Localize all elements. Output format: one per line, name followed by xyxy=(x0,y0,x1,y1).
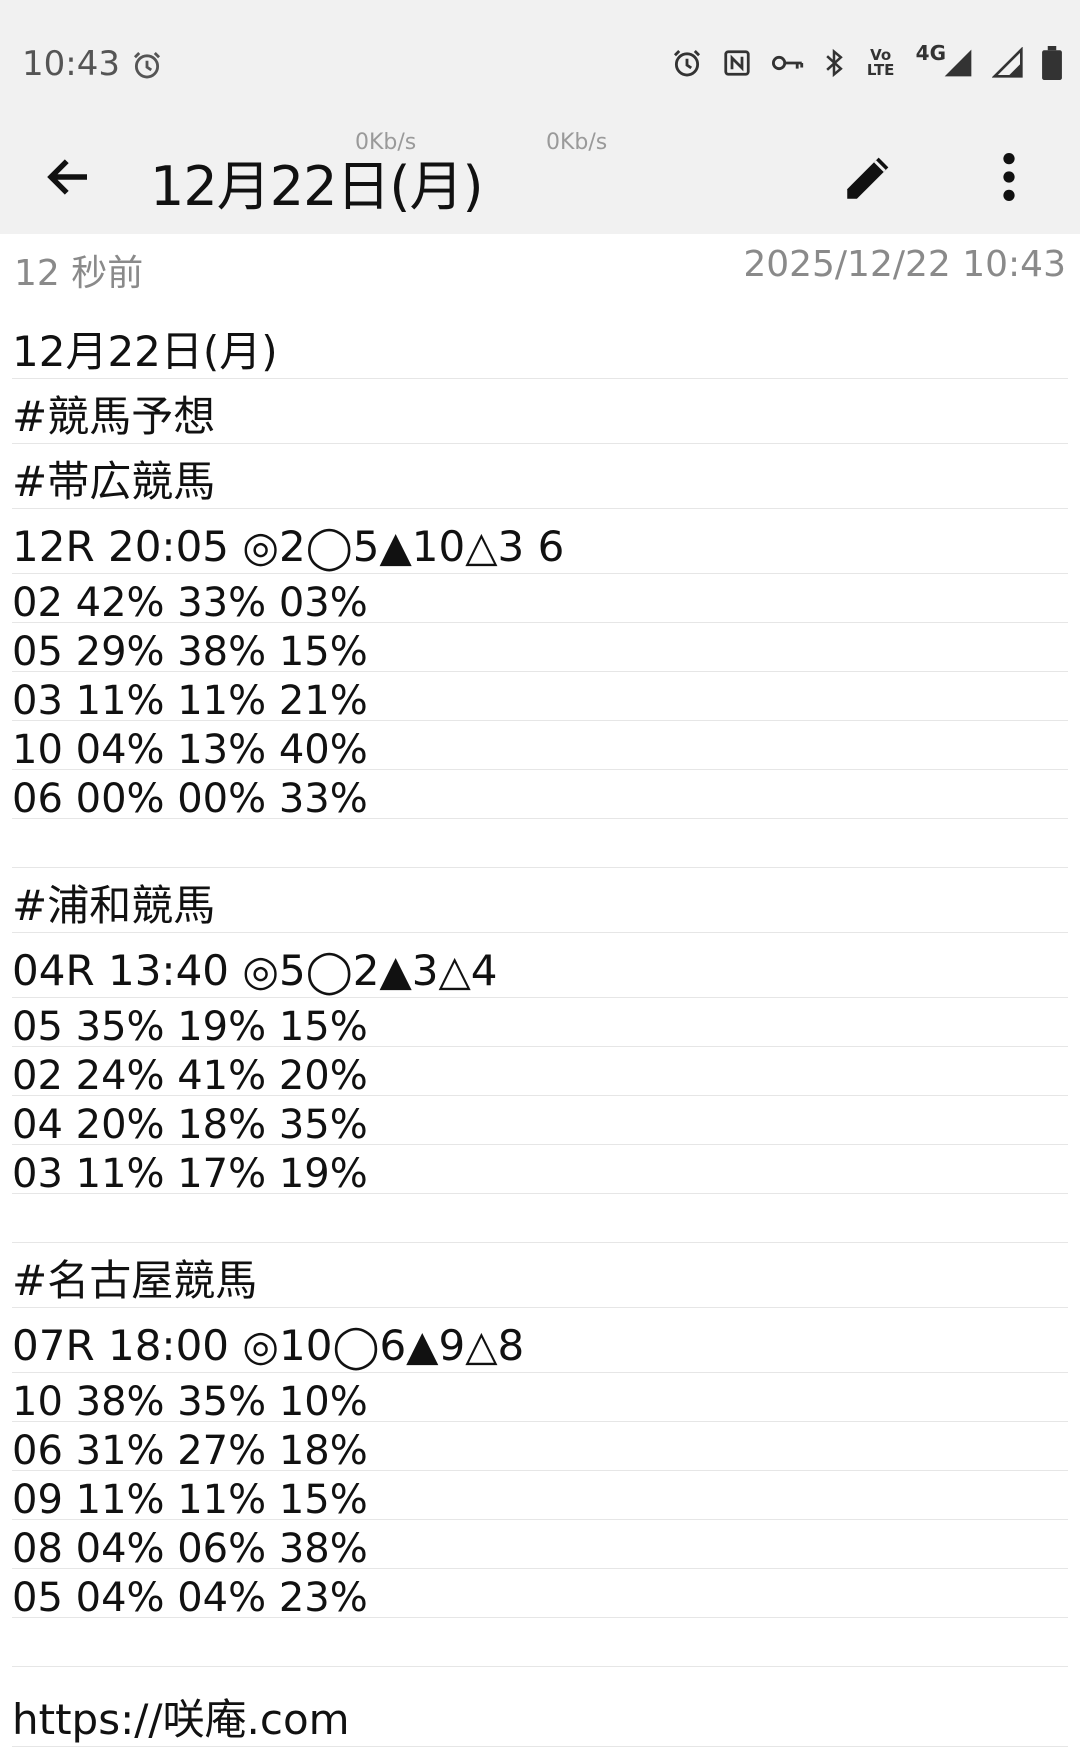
note-meta: 12 秒前 2025/12/22 10:43 xyxy=(14,244,1066,294)
blank-line xyxy=(12,819,1068,868)
note-body[interactable]: 12月22日(月) #競馬予想 #帯広競馬 12R 20:05 ◎2◯5▲10△… xyxy=(12,314,1068,1747)
odds-row: 06 31% 27% 18% xyxy=(12,1422,1068,1471)
pencil-icon xyxy=(847,157,889,199)
network-speed: 0Kb/s xyxy=(546,130,608,155)
alarm-icon xyxy=(130,48,164,87)
race-line: 07R 18:00 ◎10◯6▲9△8 xyxy=(12,1308,1068,1373)
more-options-button[interactable] xyxy=(976,144,1042,210)
odds-row: 09 11% 11% 15% xyxy=(12,1471,1068,1520)
back-button[interactable] xyxy=(36,144,102,210)
app-bar: 0Kb/s 0Kb/s 12月22日(月) xyxy=(0,120,1080,234)
nfc-icon xyxy=(722,47,752,79)
blank-line xyxy=(12,1618,1068,1667)
relative-time: 12 秒前 xyxy=(14,253,144,294)
note-url[interactable]: https://咲庵.com xyxy=(12,1667,1068,1747)
race-line: 12R 20:05 ◎2◯5▲10△3 6 xyxy=(12,509,1068,574)
odds-row: 05 29% 38% 15% xyxy=(12,623,1068,672)
tag-line: #浦和競馬 xyxy=(12,868,1068,933)
odds-row: 05 04% 04% 23% xyxy=(12,1569,1068,1618)
status-time: 10:43 xyxy=(22,44,120,84)
edit-button[interactable] xyxy=(836,144,902,210)
battery-icon xyxy=(1042,46,1062,80)
signal-icon xyxy=(942,47,974,79)
note-datetime: 2025/12/22 10:43 xyxy=(743,244,1066,285)
odds-row: 04 20% 18% 35% xyxy=(12,1096,1068,1145)
odds-row: 03 11% 11% 21% xyxy=(12,672,1068,721)
arrow-back-icon xyxy=(47,159,87,195)
status-icons: Vo LTE 4G xyxy=(670,41,1062,80)
page-title: 12月22日(月) xyxy=(150,155,484,218)
odds-row: 06 00% 00% 33% xyxy=(12,770,1068,819)
odds-row: 02 24% 41% 20% xyxy=(12,1047,1068,1096)
signal-icon xyxy=(992,47,1024,79)
race-line: 04R 13:40 ◎5◯2▲3△4 xyxy=(12,933,1068,998)
odds-row: 02 42% 33% 03% xyxy=(12,574,1068,623)
status-bar: 10:43 Vo LTE 4G xyxy=(0,0,1080,120)
odds-row: 05 35% 19% 15% xyxy=(12,998,1068,1047)
tag-line: #競馬予想 xyxy=(12,379,1068,444)
network-type: 4G xyxy=(915,41,946,65)
note-title-line: 12月22日(月) xyxy=(12,314,1068,379)
bluetooth-icon xyxy=(822,47,846,79)
odds-row: 08 04% 06% 38% xyxy=(12,1520,1068,1569)
odds-row: 03 11% 17% 19% xyxy=(12,1145,1068,1194)
blank-line xyxy=(12,1194,1068,1243)
tag-line: #帯広競馬 xyxy=(12,444,1068,509)
tag-line: #名古屋競馬 xyxy=(12,1243,1068,1308)
alarm-icon xyxy=(670,46,704,80)
volte-icon: Vo LTE xyxy=(866,46,895,79)
more-vert-icon xyxy=(1003,152,1015,202)
odds-row: 10 04% 13% 40% xyxy=(12,721,1068,770)
vpn-key-icon xyxy=(770,51,804,75)
odds-row: 10 38% 35% 10% xyxy=(12,1373,1068,1422)
